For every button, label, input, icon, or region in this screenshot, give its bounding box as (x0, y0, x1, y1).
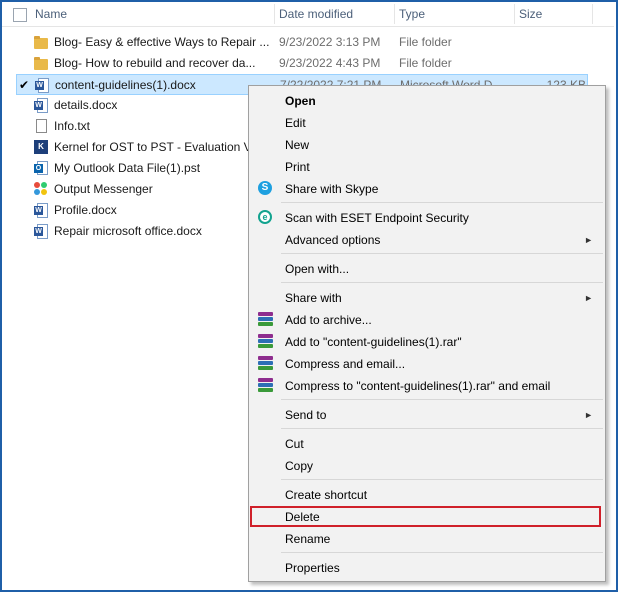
file-date: 9/23/2022 4:43 PM (279, 56, 381, 70)
file-name: Repair microsoft office.docx (54, 224, 202, 238)
menu-item-print[interactable]: Print (251, 156, 603, 178)
menu-item-label: Add to "content-guidelines(1).rar" (285, 335, 462, 349)
file-name: Blog- How to rebuild and recover da... (54, 56, 256, 70)
menu-item-rename[interactable]: Rename (251, 528, 603, 550)
menu-item-open-with[interactable]: Open with... (251, 258, 603, 280)
menu-item-scan-eset[interactable]: e Scan with ESET Endpoint Security (251, 207, 603, 229)
menu-item-share-with-skype[interactable]: S Share with Skype (251, 178, 603, 200)
text-file-icon (34, 119, 50, 135)
menu-item-label: Send to (285, 408, 327, 422)
menu-item-label: Print (285, 160, 310, 174)
menu-item-label: Compress to "content-guidelines(1).rar" … (285, 379, 551, 393)
menu-item-advanced-options[interactable]: Advanced options ► (251, 229, 603, 251)
menu-separator (281, 552, 603, 553)
menu-separator (281, 399, 603, 400)
messenger-app-icon (34, 182, 50, 198)
column-size-header[interactable]: Size (519, 2, 542, 26)
menu-separator (281, 202, 603, 203)
menu-separator (281, 428, 603, 429)
submenu-arrow-icon: ► (584, 410, 593, 420)
folder-icon (34, 35, 50, 51)
menu-item-label: Scan with ESET Endpoint Security (285, 211, 469, 225)
menu-item-label: Properties (285, 561, 340, 575)
menu-item-label: Rename (285, 532, 331, 546)
file-name: Blog- Easy & effective Ways to Repair ..… (54, 35, 270, 49)
file-name: Kernel for OST to PST - Evaluation Ve (54, 140, 248, 154)
file-type: File folder (399, 56, 452, 70)
file-name: Info.txt (54, 119, 91, 133)
row-checkbox[interactable]: ✔ (19, 79, 31, 91)
menu-item-label: Copy (285, 459, 314, 473)
menu-item-create-shortcut[interactable]: Create shortcut (251, 484, 603, 506)
menu-item-add-to-rar[interactable]: Add to "content-guidelines(1).rar" (251, 331, 603, 353)
menu-item-label: Share with Skype (285, 182, 379, 196)
file-date: 9/23/2022 3:13 PM (279, 35, 381, 49)
menu-item-cut[interactable]: Cut (251, 433, 603, 455)
delete-highlight-box (250, 506, 601, 527)
menu-item-copy[interactable]: Copy (251, 455, 603, 477)
column-name-header[interactable]: Name (35, 2, 67, 26)
column-divider[interactable] (394, 4, 395, 24)
menu-separator (281, 282, 603, 283)
menu-item-compress-to-rar-and-email[interactable]: Compress to "content-guidelines(1).rar" … (251, 375, 603, 397)
winrar-icon (258, 334, 274, 350)
menu-item-label: Add to archive... (285, 313, 372, 327)
menu-item-label: Open with... (285, 262, 350, 276)
menu-item-label: Advanced options (285, 233, 381, 247)
menu-item-label: Edit (285, 116, 306, 130)
menu-item-share-with[interactable]: Share with ► (251, 287, 603, 309)
submenu-arrow-icon: ► (584, 235, 593, 245)
menu-item-add-to-archive[interactable]: Add to archive... (251, 309, 603, 331)
column-divider[interactable] (274, 4, 275, 24)
menu-item-send-to[interactable]: Send to ► (251, 404, 603, 426)
word-doc-icon: W (34, 98, 50, 114)
select-all-checkbox[interactable] (13, 8, 27, 22)
folder-icon (34, 56, 50, 72)
submenu-arrow-icon: ► (584, 293, 593, 303)
menu-item-label: Share with (285, 291, 342, 305)
menu-item-properties[interactable]: Properties (251, 557, 603, 579)
file-name: details.docx (54, 98, 118, 112)
file-name: Profile.docx (54, 203, 117, 217)
menu-item-label: New (285, 138, 310, 152)
column-divider[interactable] (592, 4, 593, 24)
menu-item-edit[interactable]: Edit (251, 112, 603, 134)
kernel-app-icon: K (34, 140, 50, 156)
file-name: content-guidelines(1).docx (55, 78, 196, 92)
column-header-bar: Name Date modified Type Size (2, 2, 614, 27)
skype-icon: S (258, 181, 274, 197)
menu-item-label: Create shortcut (285, 488, 368, 502)
word-doc-icon: W (34, 224, 50, 240)
winrar-icon (258, 356, 274, 372)
file-name: My Outlook Data File(1).pst (54, 161, 201, 175)
column-type-header[interactable]: Type (399, 2, 425, 26)
winrar-icon (258, 312, 274, 328)
menu-item-label: Cut (285, 437, 304, 451)
menu-item-label: Open (285, 94, 316, 108)
word-doc-icon: W (35, 78, 51, 94)
column-date-header[interactable]: Date modified (279, 2, 353, 26)
menu-separator (281, 479, 603, 480)
outlook-pst-icon: O (34, 161, 50, 177)
word-doc-icon: W (34, 203, 50, 219)
menu-item-compress-and-email[interactable]: Compress and email... (251, 353, 603, 375)
menu-item-open[interactable]: Open (251, 90, 603, 112)
menu-item-label: Compress and email... (285, 357, 406, 371)
menu-item-new[interactable]: New (251, 134, 603, 156)
winrar-icon (258, 378, 274, 394)
eset-icon: e (258, 210, 274, 226)
column-divider[interactable] (514, 4, 515, 24)
file-name: Output Messenger (54, 182, 153, 196)
menu-separator (281, 253, 603, 254)
file-type: File folder (399, 35, 452, 49)
